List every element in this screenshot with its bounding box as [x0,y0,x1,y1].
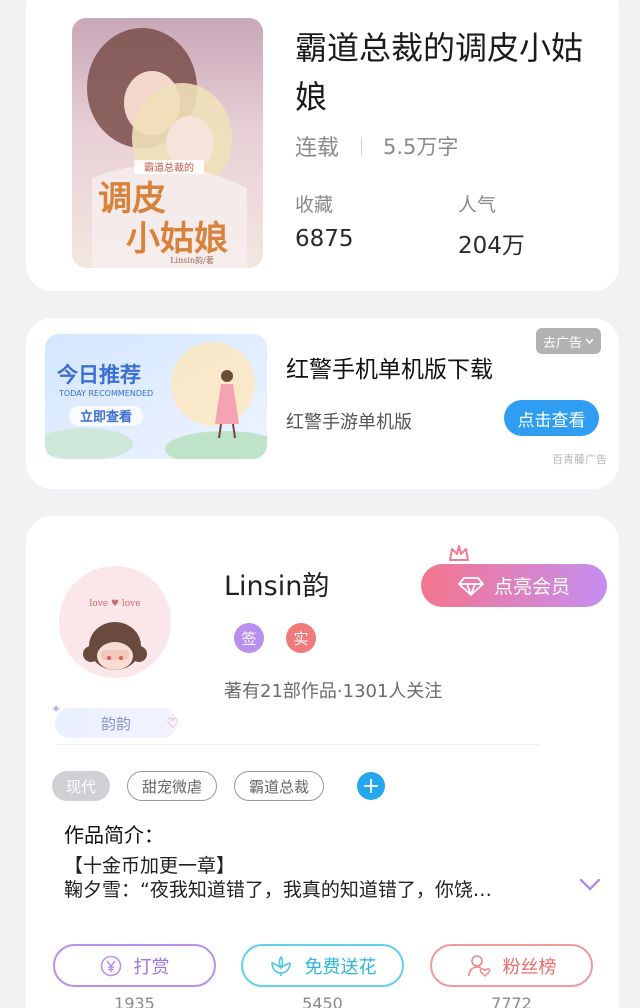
tag-modern[interactable]: 现代 [52,771,111,801]
cover-main-text-1: 调皮 [98,179,166,219]
popularity-value: 204万 [458,233,525,259]
cover-main-text-2: 小姑娘 [126,219,228,259]
ad-view-button[interactable]: 点击查看 [504,400,599,436]
favorites-label: 收藏 [295,194,334,216]
ad-banner-title: 今日推荐 [57,363,141,387]
vip-button-label: 点亮会员 [493,576,570,598]
fan-ranking-button[interactable]: 粉丝榜 [430,944,593,987]
author-stats: 著有21部作品·1301人关注 [224,681,443,702]
ad-card[interactable]: 今日推荐 TODAY RECOMMENDED 立即查看 红警手机单机版下载 红警… [26,318,619,489]
avatar-nickname-tag: ✦ 韵韵 ♡ [51,702,179,738]
book-meta: 连载 5.5万字 [295,130,458,162]
send-flower-label: 免费送花 [304,956,377,978]
author-name[interactable]: Linsin韵 [224,564,329,603]
fan-ranking-label: 粉丝榜 [502,956,557,978]
flower-icon [270,955,291,976]
add-tag-button[interactable]: + [357,772,386,800]
avatar-text: love ♥ love [89,599,140,609]
ad-subtitle: 红警手游单机版 [286,412,412,433]
intro-line-2: 鞠夕雪：“夜我知道错了，我真的知道错了，你饶… [64,879,492,901]
chevron-down-icon [585,338,594,344]
crown-icon [449,545,469,561]
ad-banner-cta: 立即查看 [80,409,132,425]
verified-author-badge: 实 [286,623,316,653]
ad-banner-subtitle: TODAY RECOMMENDED [58,389,153,398]
meta-divider [361,137,363,155]
activate-vip-button[interactable]: 点亮会员 [421,564,607,607]
ad-source-label: 百青藤广告 [552,453,607,466]
favorites-value: 6875 [295,226,354,252]
ad-banner-image[interactable]: 今日推荐 TODAY RECOMMENDED 立即查看 [45,334,267,459]
intro-line-1: 【十金币加更一章】 [64,855,236,877]
book-title: 霸道总裁的调皮小姑娘 [295,29,584,116]
ad-title[interactable]: 红警手机单机版下载 [286,350,493,384]
author-card: love ♥ love ✦ 韵韵 ♡ Linsin韵 签 实 著有21部作品·1… [26,516,619,1008]
expand-chevron-icon[interactable] [579,878,601,891]
cover-top-text: 霸道总裁的 [144,161,194,174]
book-tags: 现代 甜宠微虐 霸道总裁 + [52,771,386,801]
remove-ad-label: 去广告 [543,335,583,351]
cover-author-text: Linsin韵/著 [170,255,214,265]
sparkle-icon: ✦ [51,702,62,716]
user-heart-icon [467,954,490,977]
book-cover-image[interactable]: 霸道总裁的 调皮 小姑娘 Linsin韵/著 [72,18,263,268]
remove-ad-button[interactable]: 去广告 [536,328,602,354]
tag-domineering-ceo[interactable]: 霸道总裁 [234,771,325,801]
reward-count: 1935 [114,994,155,1008]
intro-heading: 作品简介： [64,823,164,847]
favorites-stat: 收藏 6875 [295,190,354,252]
intro-text[interactable]: 【十金币加更一章】 鞠夕雪：“夜我知道错了，我真的知道错了，你饶… [64,854,544,902]
author-avatar[interactable]: love ♥ love [59,566,171,678]
signed-author-badge: 签 [234,623,264,653]
reward-label: 打赏 [133,956,170,978]
popularity-stat: 人气 204万 [458,190,525,260]
book-info-card[interactable]: 霸道总裁的 调皮 小姑娘 Linsin韵/著 霸道总裁的调皮小姑娘 连载 5.5… [26,0,619,291]
section-divider [56,744,539,745]
popularity-label: 人气 [458,194,497,216]
book-word-count: 5.5万字 [383,135,459,159]
avatar-nickname: 韵韵 [100,714,131,733]
flower-count: 5450 [302,994,343,1008]
fans-count: 7772 [491,994,532,1008]
heart-icon: ♡ [166,716,179,732]
yuan-coin-icon [100,955,121,976]
reward-button[interactable]: 打赏 [53,944,216,987]
diamond-icon [458,576,484,596]
book-status: 连载 [295,136,340,161]
send-flower-button[interactable]: 免费送花 [241,944,404,987]
tag-sweet-romance[interactable]: 甜宠微虐 [127,771,218,801]
